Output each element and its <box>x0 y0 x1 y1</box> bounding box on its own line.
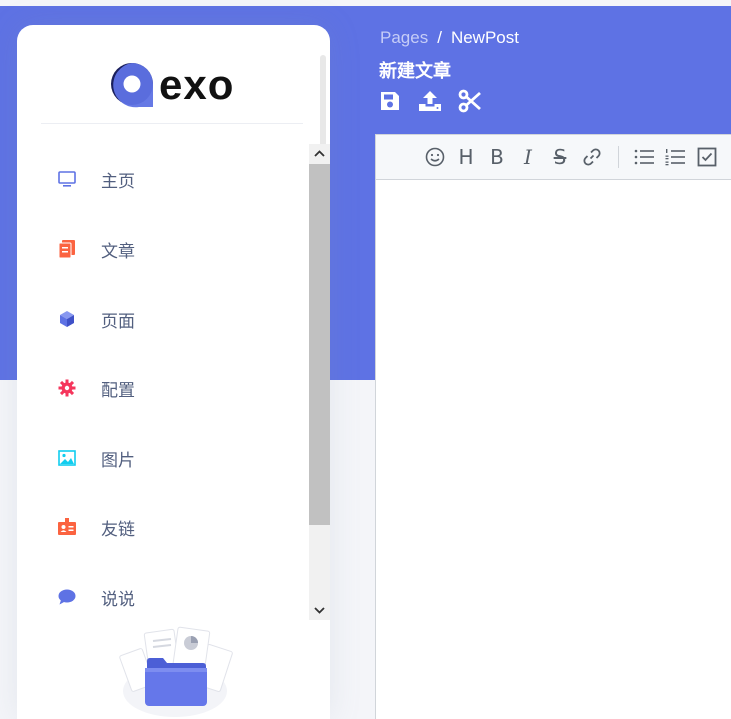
scissors-icon <box>458 89 481 113</box>
sidebar-item-friends[interactable]: 友链 <box>17 502 309 552</box>
article-icon <box>57 239 77 259</box>
cube-icon <box>57 309 77 329</box>
breadcrumb-separator: / <box>437 28 442 47</box>
ordered-list-button[interactable] <box>664 146 686 168</box>
save-icon <box>381 92 399 110</box>
unordered-list-button[interactable] <box>633 146 655 168</box>
scrollbar-thumb[interactable] <box>309 164 330 525</box>
image-icon <box>57 448 77 468</box>
emoji-button[interactable] <box>424 146 446 168</box>
sidebar-item-home[interactable]: 主页 <box>17 154 309 204</box>
upload-icon <box>419 91 441 111</box>
monitor-icon <box>57 169 77 189</box>
logo-text: exo <box>159 61 235 108</box>
editor-text-area[interactable] <box>376 180 731 719</box>
checklist-button[interactable] <box>696 146 718 168</box>
bold-label: B <box>490 145 504 169</box>
breadcrumb-parent-link[interactable]: Pages <box>380 28 428 48</box>
sidebar-item-images[interactable]: 图片 <box>17 433 309 483</box>
sidebar-nav: 主页 文章 页面 配置 图片 友链 说说 <box>17 144 309 620</box>
toolbar-divider <box>618 146 619 168</box>
breadcrumb-current: NewPost <box>450 28 519 47</box>
sidebar-item-label: 图片 <box>101 450 135 471</box>
scroll-up-arrow-icon[interactable] <box>309 144 330 164</box>
sidebar-item-label: 说说 <box>101 589 135 610</box>
brand[interactable]: exo <box>17 25 307 123</box>
bold-button[interactable]: B <box>486 146 508 168</box>
italic-button[interactable]: I <box>517 146 539 168</box>
unordered-list-icon <box>634 149 654 165</box>
sidebar-item-label: 文章 <box>101 241 135 262</box>
strikethrough-button[interactable]: S <box>549 146 571 168</box>
emoji-icon <box>425 147 445 167</box>
markdown-editor: H B I S <box>375 134 731 719</box>
folder-illustration-icon <box>119 626 233 717</box>
brand-divider <box>41 123 303 124</box>
sidebar-item-articles[interactable]: 文章 <box>17 224 309 274</box>
sidebar-item-label: 配置 <box>101 380 135 401</box>
checklist-icon <box>697 147 717 167</box>
chat-bubble-icon <box>57 587 77 607</box>
strikethrough-label: S <box>553 145 567 169</box>
heading-button[interactable]: H <box>455 146 477 168</box>
sidebar-item-label: 友链 <box>101 519 135 540</box>
heading-label: H <box>458 145 474 169</box>
scroll-down-arrow-icon[interactable] <box>309 600 330 620</box>
link-icon <box>583 148 601 166</box>
badge-icon <box>57 517 77 537</box>
breadcrumb: Pages / NewPost <box>380 28 519 48</box>
ordered-list-icon <box>665 149 685 166</box>
sidebar-item-label: 页面 <box>101 311 135 332</box>
sidebar-scrollbar[interactable] <box>309 144 330 620</box>
publish-button[interactable] <box>418 89 442 113</box>
post-actions <box>378 89 498 113</box>
sidebar-item-pages[interactable]: 页面 <box>17 294 309 344</box>
sidebar-item-label: 主页 <box>101 171 135 192</box>
editor-toolbar: H B I S <box>376 135 731 180</box>
gear-icon <box>57 378 77 398</box>
page-title: 新建文章 <box>379 61 451 82</box>
qexo-logo-icon <box>111 63 153 108</box>
link-button[interactable] <box>581 146 603 168</box>
sidebar: exo 主页 文章 页面 配置 图片 友链 说说 <box>17 25 330 719</box>
save-button[interactable] <box>378 89 402 113</box>
sidebar-item-settings[interactable]: 配置 <box>17 363 309 413</box>
sidebar-item-talks[interactable]: 说说 <box>17 572 309 620</box>
cut-button[interactable] <box>458 89 482 113</box>
italic-label: I <box>524 145 532 169</box>
